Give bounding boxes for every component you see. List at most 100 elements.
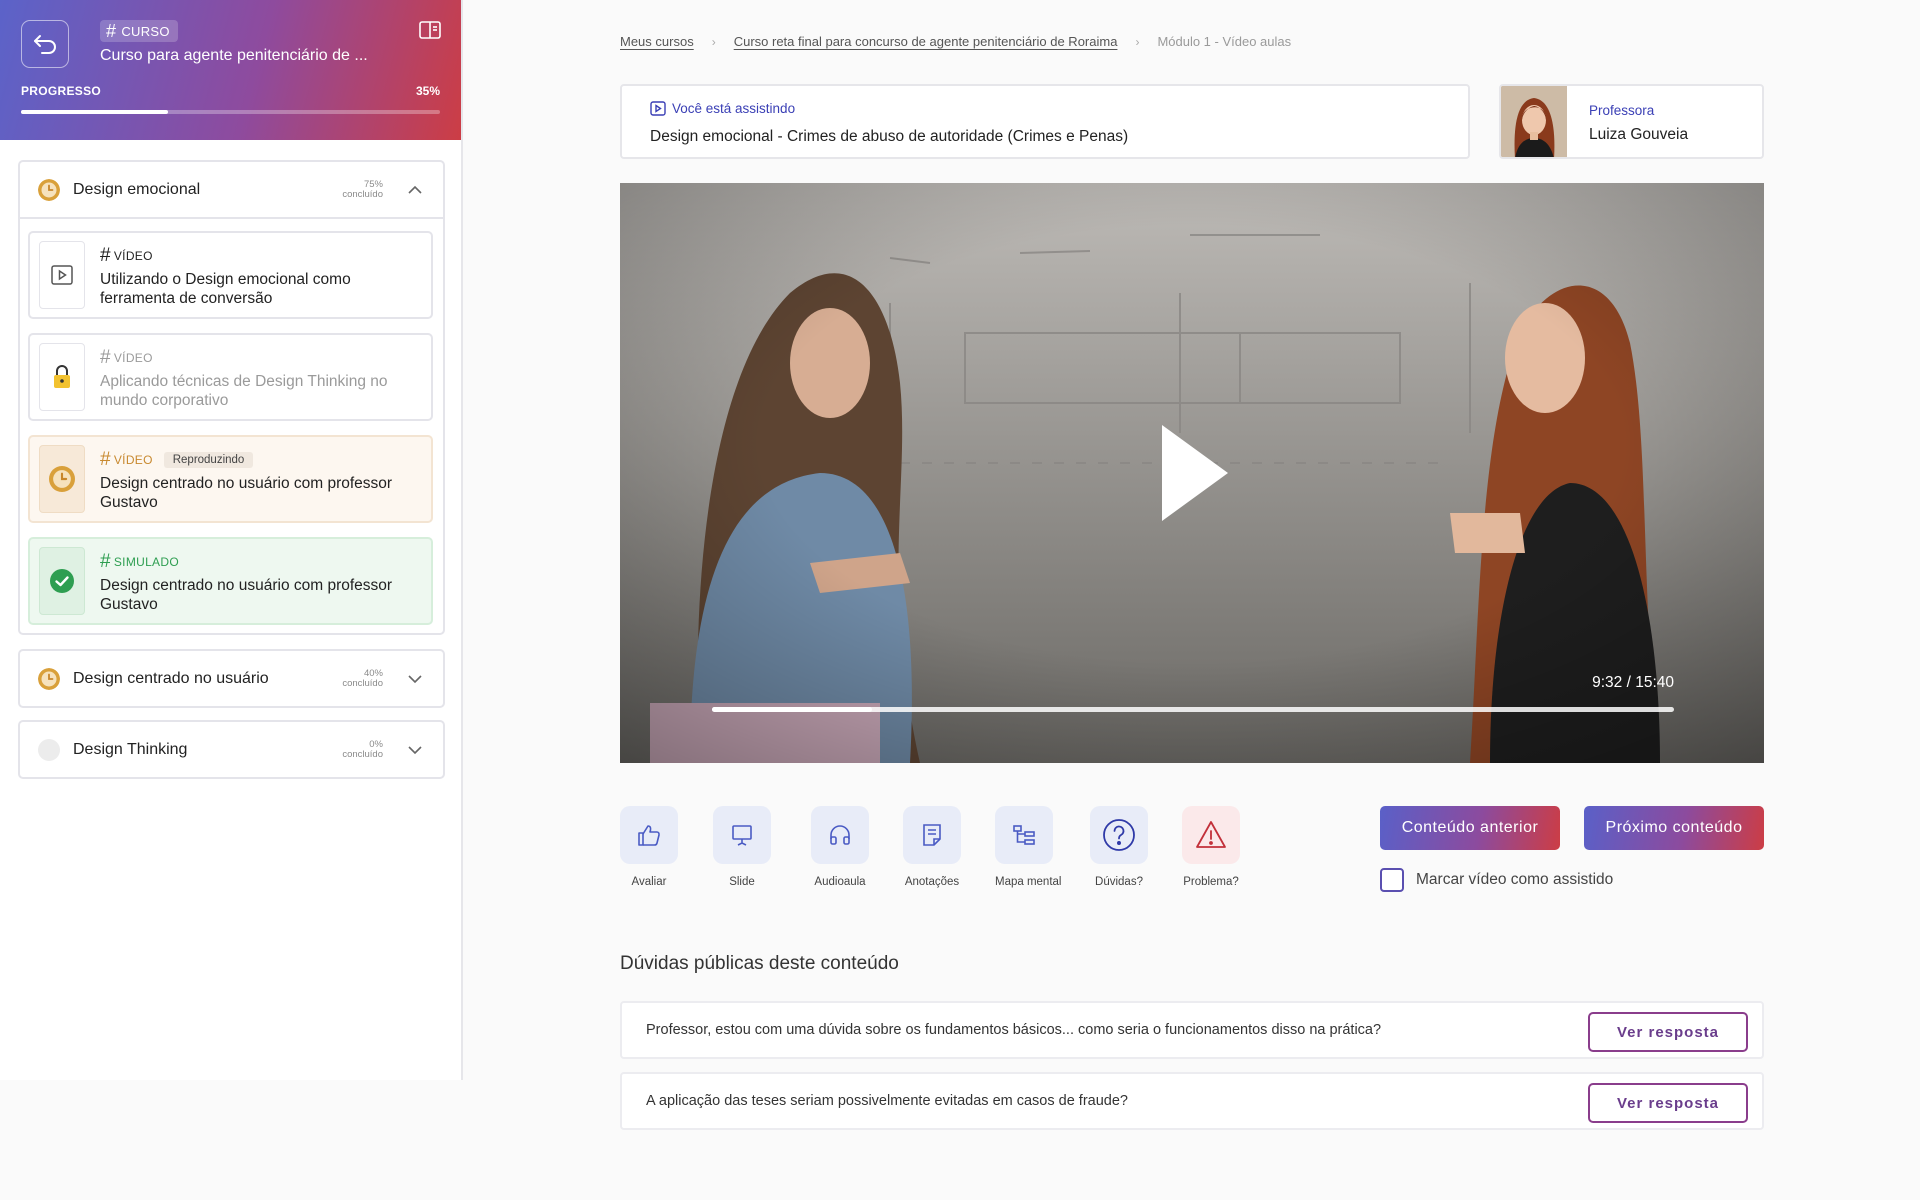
tool-avaliar[interactable]: Avaliar [620, 806, 678, 888]
clock-icon [49, 466, 75, 492]
tool-box [995, 806, 1053, 864]
lesson-type: # SIMULADO [100, 551, 179, 572]
module-progress: 40% concluído [342, 667, 383, 689]
question-row: Professor, estou com uma dúvida sobre os… [620, 1001, 1764, 1059]
video-time: 9:32 / 15:40 [1592, 674, 1674, 691]
chevron-up-icon [408, 185, 422, 194]
course-progress-bar [21, 110, 440, 114]
lesson-item[interactable]: # VÍDEO Utilizando o Design emocional com… [28, 231, 433, 319]
presentation-icon [732, 825, 752, 846]
teacher-name: Luiza Gouveia [1589, 126, 1689, 143]
module-pct: 40% [363, 667, 383, 679]
lesson-thumb [39, 547, 85, 615]
hash-icon: # [100, 551, 111, 572]
module-header[interactable]: Design Thinking 0% concluído [20, 722, 443, 777]
course-tag-label: CURSO [121, 23, 170, 39]
video-seek-bar[interactable] [712, 707, 1674, 712]
mark-watched-checkbox[interactable]: Marcar vídeo como assistido [1380, 868, 1613, 892]
hash-icon: # [106, 21, 117, 41]
tool-label: Mapa mental [995, 876, 1062, 888]
lesson-item-locked[interactable]: # VÍDEO Aplicando técnicas de Design Thin… [28, 333, 433, 421]
tool-label: Audioaula [814, 876, 866, 888]
tool-label: Avaliar [631, 876, 667, 888]
tool-label: Slide [729, 876, 755, 888]
teacher-role: Professora [1589, 103, 1655, 118]
course-header: # CURSO Curso para agente penitenciário … [0, 0, 461, 140]
notes-icon [923, 824, 941, 846]
tool-box [1182, 806, 1240, 864]
checkbox[interactable] [1380, 868, 1404, 892]
play-button-icon[interactable] [1158, 423, 1230, 523]
lesson-item-playing[interactable]: # VÍDEO Reproduzindo Design centrado no us… [28, 435, 433, 523]
lesson-title: Design centrado no usuário com professor… [100, 577, 393, 613]
hash-icon: # [100, 449, 111, 470]
lesson-type: # VÍDEO Reproduzindo [100, 449, 254, 470]
mark-watched-label: Marcar vídeo como assistido [1416, 871, 1614, 888]
back-arrow-icon [34, 35, 56, 54]
module-progress: 75% concluído [342, 179, 383, 200]
headphones-icon [830, 825, 850, 845]
tool-box [620, 806, 678, 864]
question-icon [1103, 819, 1135, 851]
lesson-title: Aplicando técnicas de Design Thinking no… [100, 373, 388, 409]
breadcrumb-link[interactable]: Curso reta final para concurso de agente… [734, 34, 1118, 49]
playing-badge: Reproduzindo [163, 452, 254, 468]
module-header[interactable]: Design centrado no usuário 40% concluído [20, 651, 443, 706]
module-pct: 0% [369, 738, 383, 750]
lesson-thumb [39, 445, 85, 513]
question-text: A aplicação das teses seriam possivelmen… [646, 1093, 1128, 1109]
lesson-type-label: SIMULADO [113, 555, 179, 569]
tool-box [1090, 806, 1148, 864]
previous-content-button[interactable]: Conteúdo anterior [1380, 806, 1560, 850]
module-pct-label: concluído [342, 188, 383, 200]
lesson-title: Utilizando o Design emocional como ferra… [100, 271, 351, 307]
mind-map-icon [1013, 825, 1035, 845]
lesson-title: Design centrado no usuário com professor… [100, 475, 393, 511]
lesson-thumb [39, 343, 85, 411]
breadcrumb-link[interactable]: Meus cursos [620, 34, 694, 49]
lesson-item-done[interactable]: # SIMULADO Design centrado no usuário com… [28, 537, 433, 625]
clock-icon [38, 178, 60, 201]
tool-box [903, 806, 961, 864]
chevron-down-icon [408, 674, 422, 683]
breadcrumb: Meus cursos › Curso reta final para conc… [620, 34, 1291, 49]
teacher-avatar [1501, 86, 1567, 157]
now-watching-card: Você está assistindo Design emocional - … [620, 84, 1470, 159]
collapse-panel-button[interactable] [419, 20, 441, 45]
tool-duvidas[interactable]: Dúvidas? [1090, 806, 1148, 888]
question-text: Professor, estou com uma dúvida sobre os… [646, 1022, 1382, 1038]
book-panel-icon [419, 21, 441, 39]
module-design-centrado: Design centrado no usuário 40% concluído [18, 649, 445, 708]
clock-icon [38, 667, 60, 690]
module-progress: 0% concluído [342, 738, 383, 760]
lesson-type-label: VÍDEO [113, 453, 153, 467]
chevron-right-icon: › [1135, 34, 1140, 49]
teacher-card: Professora Luiza Gouveia [1499, 84, 1764, 159]
tool-mapa-mental[interactable]: Mapa mental [995, 806, 1062, 888]
video-seek-fill [712, 707, 872, 712]
next-content-button[interactable]: Próximo conteúdo [1584, 806, 1764, 850]
tool-audioaula[interactable]: Audioaula [811, 806, 869, 888]
now-watching-label: Você está assistindo [650, 101, 795, 116]
tool-anotacoes[interactable]: Anotações [903, 806, 961, 888]
view-answer-button[interactable]: Ver resposta [1588, 1012, 1748, 1052]
tool-box [811, 806, 869, 864]
chevron-down-icon [408, 745, 422, 754]
view-answer-button[interactable]: Ver resposta [1588, 1083, 1748, 1123]
video-player[interactable]: 9:32 / 15:40 [620, 183, 1764, 763]
course-tag: # CURSO [100, 20, 178, 42]
tool-problema[interactable]: Problema? [1182, 806, 1240, 888]
play-icon [650, 101, 666, 116]
module-header[interactable]: Design emocional 75% concluído [20, 162, 443, 217]
lesson-type-label: VÍDEO [113, 249, 153, 263]
tool-label: Problema? [1183, 876, 1239, 888]
module-design-emocional: Design emocional 75% concluído # VÍDEO Ut… [18, 160, 445, 635]
lesson-type-label: VÍDEO [113, 351, 153, 365]
lesson-thumb [39, 241, 85, 309]
module-title: Design Thinking [73, 740, 188, 758]
course-progress-fill [21, 110, 168, 114]
tool-slide[interactable]: Slide [713, 806, 771, 888]
back-button[interactable] [21, 20, 69, 68]
module-lessons: # VÍDEO Utilizando o Design emocional com… [20, 217, 443, 633]
check-icon [50, 569, 74, 593]
